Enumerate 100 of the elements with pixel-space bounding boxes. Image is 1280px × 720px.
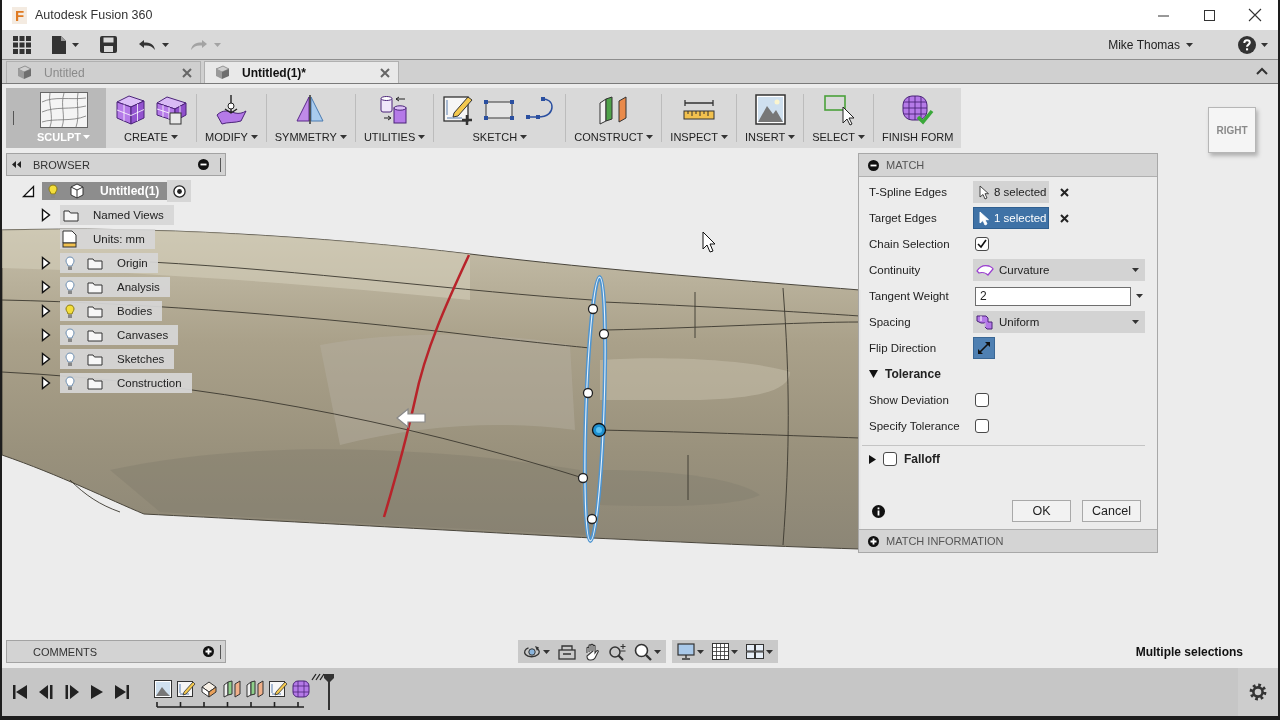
caret-icon[interactable]: [721, 135, 728, 139]
caret-icon[interactable]: [857, 135, 865, 139]
toolbar-menu[interactable]: SELECT: [812, 130, 865, 144]
caret-icon[interactable]: [418, 135, 426, 139]
expand-triangle-icon[interactable]: [41, 352, 51, 366]
plus-circle-icon[interactable]: [868, 535, 879, 547]
display-button[interactable]: [677, 641, 704, 662]
close-icon[interactable]: [1249, 9, 1261, 21]
right-triangle-icon[interactable]: [869, 454, 876, 464]
input-field[interactable]: 2: [975, 286, 1131, 306]
expand-triangle-icon[interactable]: [41, 328, 51, 342]
dropdown[interactable]: Uniform: [973, 311, 1145, 333]
browser-item[interactable]: Bodies: [60, 301, 163, 321]
toolbar-menu[interactable]: CREATE: [124, 130, 178, 144]
flip-button[interactable]: [973, 337, 995, 359]
toolbar-menu[interactable]: FINISH FORM: [881, 130, 954, 144]
mesh-surface-icon[interactable]: [39, 92, 88, 128]
light-bulb-icon[interactable]: [65, 327, 75, 343]
browser-item[interactable]: Canvases: [60, 325, 179, 345]
double-triangle-icon[interactable]: [12, 161, 21, 168]
minus-circle-icon[interactable]: [198, 159, 209, 170]
caret-icon[interactable]: [697, 649, 704, 654]
caret-icon[interactable]: [731, 649, 738, 654]
grid-button[interactable]: [712, 641, 738, 662]
settings-icon[interactable]: [1249, 683, 1267, 701]
collapse-triangle-icon[interactable]: [22, 184, 35, 198]
caret-icon[interactable]: [1261, 42, 1268, 47]
toolbar-menu[interactable]: INSPECT: [670, 130, 728, 144]
toolbar-menu[interactable]: CONSTRUCT: [574, 130, 654, 144]
dialog-button[interactable]: OK: [1012, 500, 1071, 522]
help-icon[interactable]: [1238, 35, 1256, 54]
caret-icon[interactable]: [654, 649, 661, 654]
light-bulb-icon[interactable]: [65, 375, 75, 391]
play-icon[interactable]: [90, 684, 104, 700]
clear-x-icon[interactable]: [1060, 213, 1069, 223]
expand-triangle-icon[interactable]: [41, 208, 51, 222]
control-point[interactable]: [586, 513, 598, 525]
skip-back-icon[interactable]: [12, 684, 28, 700]
selection-button[interactable]: 8 selected: [973, 181, 1049, 203]
cube-icon[interactable]: [200, 680, 218, 698]
sketch-icon[interactable]: [177, 680, 195, 698]
sketch-icon[interactable]: [269, 680, 287, 698]
grip-handle[interactable]: [219, 157, 222, 172]
expand-triangle-icon[interactable]: [41, 256, 51, 270]
control-point[interactable]: [587, 303, 599, 315]
step-back-icon[interactable]: [38, 684, 54, 700]
section-toggle[interactable]: Tolerance: [869, 367, 941, 381]
browser-item[interactable]: Construction: [60, 373, 192, 393]
grip-handle[interactable]: [12, 111, 15, 125]
light-bulb-icon[interactable]: [65, 303, 75, 319]
save-button[interactable]: [100, 33, 117, 56]
toolbar-menu[interactable]: INSERT: [745, 130, 796, 144]
viewports-button[interactable]: [746, 641, 773, 662]
light-bulb-icon[interactable]: [65, 255, 75, 271]
info-icon[interactable]: [872, 504, 885, 518]
checkbox[interactable]: [883, 452, 897, 466]
form-icon[interactable]: [292, 680, 310, 698]
toolbar-menu[interactable]: MODIFY: [205, 130, 258, 144]
caret-icon[interactable]: [646, 135, 654, 139]
selection-button[interactable]: 1 selected: [973, 207, 1049, 229]
caret-icon[interactable]: [170, 135, 178, 139]
control-point[interactable]: [598, 328, 610, 340]
ruler-icon[interactable]: [682, 98, 717, 121]
toolbar-menu[interactable]: UTILITIES: [363, 130, 426, 144]
caret-icon[interactable]: [339, 135, 347, 139]
caret-icon[interactable]: [1186, 42, 1193, 47]
caret-icon[interactable]: [1132, 268, 1139, 272]
pan-button[interactable]: [584, 641, 600, 662]
file-button[interactable]: [52, 33, 79, 56]
toolbar-menu[interactable]: SYMMETRY: [274, 130, 347, 144]
caret-icon[interactable]: [162, 42, 169, 47]
browser-item[interactable]: Units: mm: [60, 229, 155, 249]
planes-icon[interactable]: [223, 680, 241, 698]
control-point[interactable]: [582, 387, 594, 399]
cube-icon[interactable]: [114, 93, 147, 126]
control-point[interactable]: [591, 422, 607, 438]
selected-edge-loop[interactable]: [582, 275, 608, 543]
timeline-marker[interactable]: [324, 674, 334, 710]
user-menu[interactable]: Mike Thomas: [1108, 37, 1193, 52]
move-arrow-icon[interactable]: [396, 407, 426, 429]
collapse-chevron-icon[interactable]: [1256, 68, 1268, 75]
zoom-window-button[interactable]: [608, 641, 626, 662]
dialog-button[interactable]: Cancel: [1082, 500, 1141, 522]
toolbar-menu[interactable]: SKETCH: [472, 130, 528, 144]
caret-icon[interactable]: [72, 42, 79, 47]
browser-item[interactable]: Sketches: [60, 349, 175, 369]
expand-triangle-icon[interactable]: [41, 376, 51, 390]
radio-icon[interactable]: [172, 184, 186, 198]
image-icon[interactable]: [154, 680, 172, 698]
light-bulb-icon[interactable]: [65, 351, 75, 367]
step-forward-icon[interactable]: [64, 684, 80, 700]
apps-button[interactable]: [13, 33, 31, 56]
checkbox[interactable]: [975, 419, 989, 433]
caret-icon[interactable]: [1136, 294, 1143, 298]
checkbox[interactable]: [975, 237, 989, 251]
select-box-icon[interactable]: [822, 93, 856, 126]
light-bulb-icon[interactable]: [65, 279, 75, 295]
checkbox[interactable]: [975, 393, 989, 407]
caret-icon[interactable]: [520, 135, 528, 139]
browser-item[interactable]: Named Views: [60, 205, 174, 225]
